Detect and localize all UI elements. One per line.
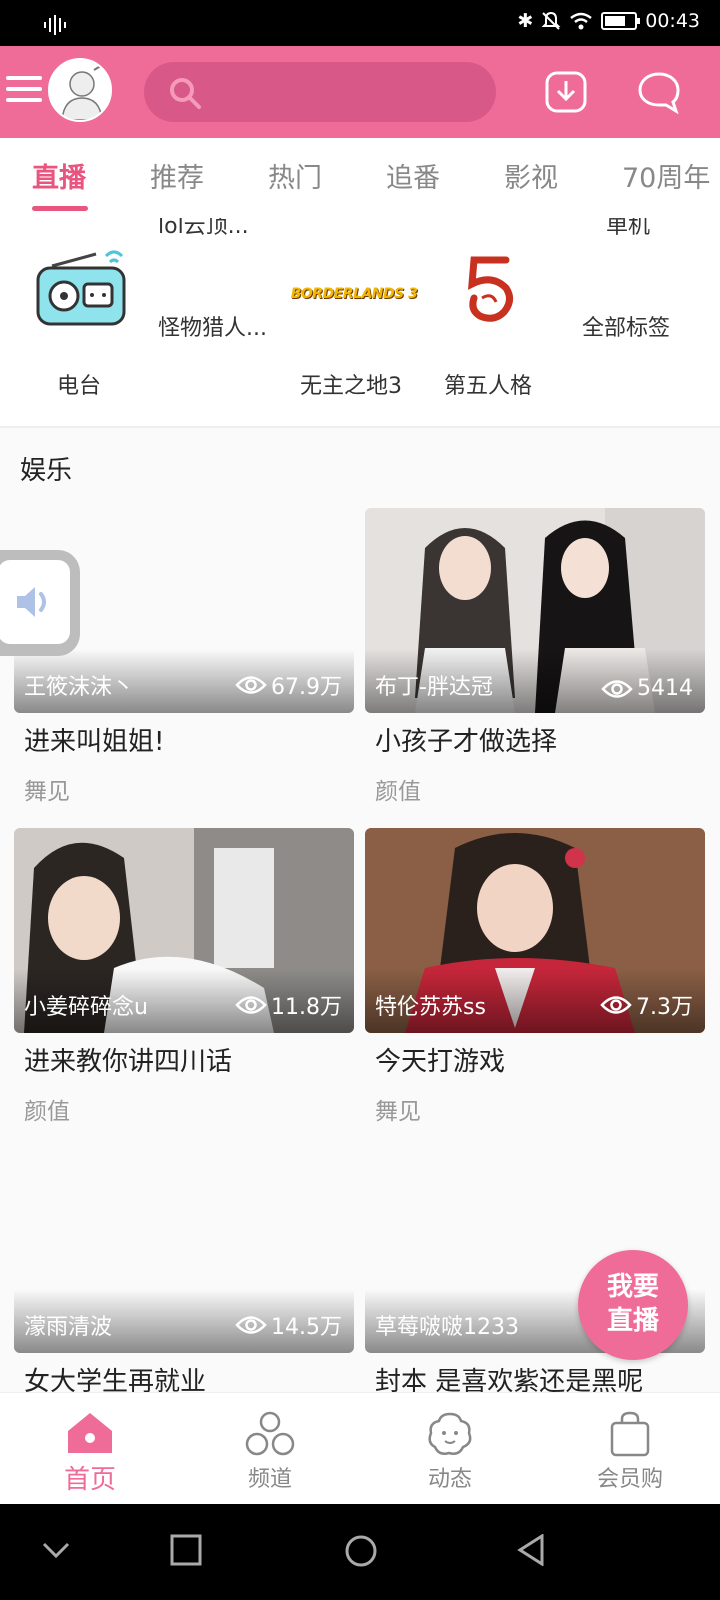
stream-thumbnail[interactable]: 特伦苏苏ss 7.3万 (365, 828, 705, 1033)
chevron-down-icon[interactable] (40, 1534, 72, 1566)
all-tags-link[interactable]: 全部标签 (582, 310, 670, 342)
eye-icon (235, 676, 267, 694)
bluetooth-icon: ✱ (517, 10, 534, 32)
stream-thumbnail[interactable]: 小姜碎碎念u 11.8万 (14, 828, 354, 1033)
category-radio-label[interactable]: 电台 (57, 368, 101, 400)
stream-title: 进来叫姐姐! (24, 727, 165, 757)
shopping-bag-icon (610, 1411, 650, 1457)
eye-icon (601, 679, 633, 698)
category-borderlands-label[interactable]: 无主之地3 (300, 368, 402, 400)
tab-movies[interactable]: 影视 (504, 156, 558, 195)
tab-live[interactable]: 直播 (32, 156, 86, 195)
identity-v-logo[interactable] (460, 254, 524, 330)
stream-category: 颜值 (24, 1099, 70, 1125)
category-identity-v-label[interactable]: 第五人格 (444, 368, 532, 400)
mute-bell-icon (541, 11, 561, 30)
section-title: 娱乐 (20, 456, 73, 486)
nav-home[interactable]: 首页 (30, 1411, 150, 1496)
view-count: 67.9万 (235, 669, 342, 701)
recents-icon[interactable] (170, 1534, 202, 1566)
message-icon[interactable] (636, 70, 682, 114)
streamer-name: 王筱沫沫丶 (24, 675, 135, 700)
stream-category: 舞见 (24, 779, 70, 805)
streamer-name: 濛雨清波 (24, 1315, 113, 1340)
stream-title: 进来教你讲四川话 (24, 1047, 233, 1077)
tab-anime[interactable]: 追番 (386, 156, 440, 195)
stream-thumbnail[interactable]: 濛雨清波 14.5万 (14, 1148, 354, 1353)
search-icon (170, 78, 201, 109)
borderlands-logo[interactable]: BORDERLANDS 3 (291, 276, 418, 312)
download-icon[interactable] (544, 70, 588, 114)
view-count: 5414 (601, 676, 693, 701)
feed-icon (428, 1412, 472, 1455)
stream-card[interactable]: 濛雨清波 14.5万 女大学生再就业 (14, 1148, 354, 1398)
back-icon[interactable] (516, 1534, 548, 1566)
view-count: 7.3万 (600, 989, 693, 1021)
streamer-name: 草莓啵啵1233 (375, 1315, 519, 1340)
streamer-name: 小姜碎碎念u (24, 995, 148, 1020)
stream-card[interactable]: 小姜碎碎念u 11.8万 进来教你讲四川话 颜值 (14, 828, 354, 1126)
stream-category: 舞见 (375, 1099, 421, 1125)
home-nav-icon[interactable] (344, 1534, 378, 1568)
bottom-nav: 首页 频道 动态 会员购 (0, 1392, 720, 1504)
eye-icon (235, 1316, 267, 1334)
search-input[interactable] (144, 62, 496, 122)
radio-icon[interactable] (34, 244, 134, 328)
active-tab-indicator (32, 206, 88, 211)
view-count: 11.8万 (235, 989, 342, 1021)
tab-recommend[interactable]: 推荐 (150, 156, 204, 195)
app-header (0, 46, 720, 138)
category-label-cut[interactable]: 单机 (606, 218, 650, 240)
eye-icon (600, 996, 632, 1014)
battery-icon (601, 12, 641, 30)
streamer-name: 特伦苏苏ss (375, 995, 486, 1020)
stream-title: 今天打游戏 (375, 1047, 506, 1077)
category-strip: lol云顶... 单机 电台 怪物猎人... BORDERLANDS 3 无主之… (0, 218, 720, 428)
floating-volume-button[interactable] (0, 550, 80, 656)
stream-category: 颜值 (375, 779, 421, 805)
menu-icon[interactable] (6, 76, 42, 106)
nav-feed[interactable]: 动态 (390, 1411, 510, 1493)
channel-icon (245, 1411, 295, 1456)
stream-thumbnail[interactable]: 布丁-胖达冠 5414 (365, 508, 705, 713)
tab-hot[interactable]: 热门 (268, 156, 322, 195)
sound-wave-icon (44, 15, 66, 35)
avatar[interactable] (48, 58, 112, 122)
top-tab-bar: 直播 推荐 热门 追番 影视 70周年 (0, 138, 720, 218)
streamer-name: 布丁-胖达冠 (375, 675, 493, 700)
go-live-button[interactable]: 我要 直播 (578, 1250, 688, 1360)
category-monster-hunter-label[interactable]: 怪物猎人... (158, 310, 267, 342)
tab-70th-anniversary[interactable]: 70周年 (622, 156, 710, 195)
speaker-icon (17, 587, 46, 617)
nav-channel[interactable]: 频道 (210, 1411, 330, 1493)
category-label-cut[interactable]: lol云顶... (158, 218, 249, 240)
stream-card[interactable]: 布丁-胖达冠 5414 小孩子才做选择 颜值 (365, 508, 705, 806)
clock: 00:43 (645, 10, 700, 32)
system-nav-bar (0, 1504, 720, 1600)
stream-title: 小孩子才做选择 (375, 727, 558, 757)
home-icon (68, 1413, 112, 1453)
eye-icon (235, 996, 267, 1014)
wifi-icon (570, 12, 593, 30)
stream-card[interactable]: 特伦苏苏ss 7.3万 今天打游戏 舞见 (365, 828, 705, 1126)
view-count: 14.5万 (235, 1309, 342, 1341)
nav-member-shop[interactable]: 会员购 (570, 1411, 690, 1493)
status-bar: ✱ 00:43 (0, 0, 720, 46)
